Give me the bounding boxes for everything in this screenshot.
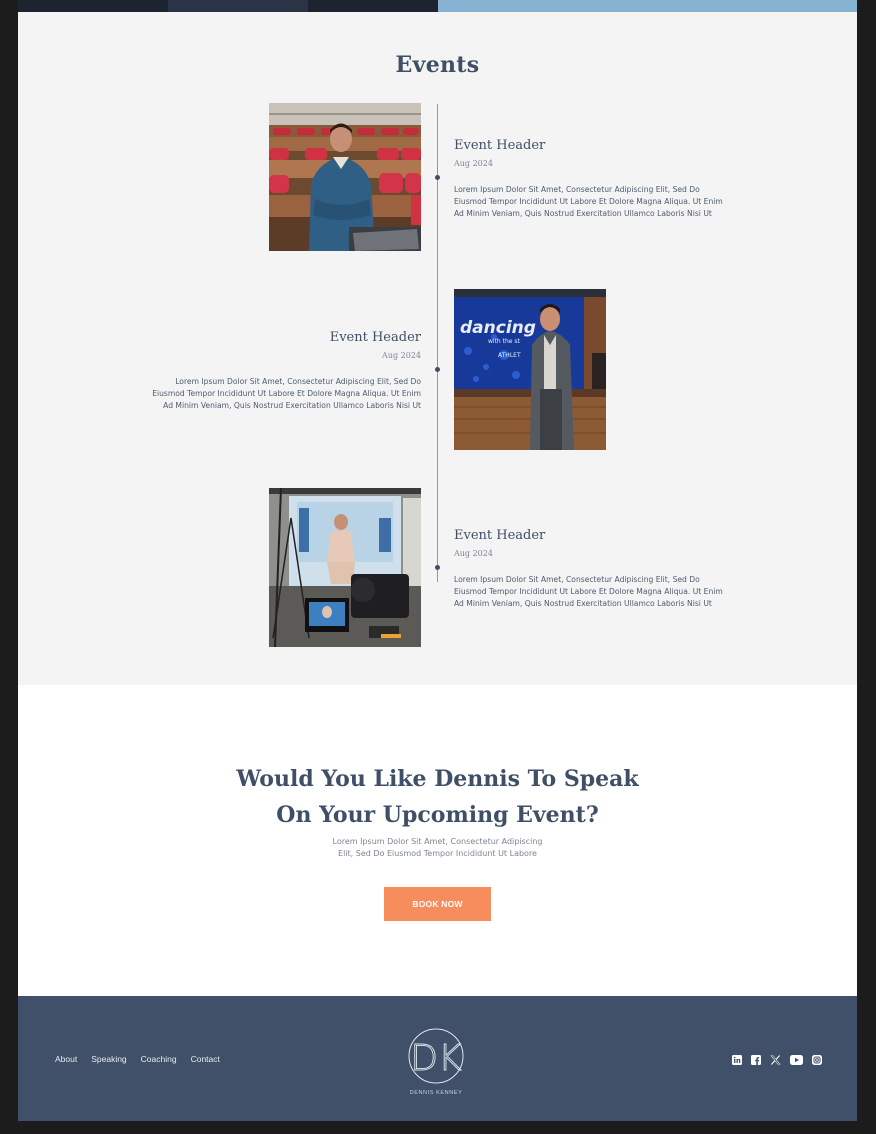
footer-logo[interactable]: DK DENNIS KENNEY [406, 1028, 466, 1096]
event-header: Event Header [329, 330, 421, 345]
svg-text:dancing: dancing [460, 318, 536, 338]
hero-bottom-strip [18, 0, 857, 12]
book-now-button[interactable]: BOOK NOW [384, 887, 491, 921]
svg-text:DK: DK [410, 1038, 462, 1079]
event-item: Event Header Aug 2024 Lorem Ipsum Dolor … [454, 528, 754, 609]
cta-subtitle: Lorem Ipsum Dolor Sit Amet, Consectetur … [332, 837, 543, 858]
logo-name: DENNIS KENNEY [409, 1090, 463, 1096]
event-photo-lecture-hall [269, 103, 421, 251]
event-date: Aug 2024 [454, 549, 493, 558]
svg-text:with the st: with the st [488, 338, 521, 345]
event-header: Event Header [454, 528, 546, 543]
hero-image-edge [18, 0, 438, 12]
event-item: Event Header Aug 2024 Lorem Ipsum Dolor … [454, 138, 754, 219]
event-description: Lorem Ipsum Dolor Sit Amet, Consectetur … [454, 575, 723, 608]
event-photo-film-set [269, 488, 421, 647]
social-links [732, 1052, 822, 1070]
event-item: Event Header Aug 2024 Lorem Ipsum Dolor … [121, 330, 421, 411]
footer-link-coaching[interactable]: Coaching [141, 1054, 177, 1064]
footer-link-contact[interactable]: Contact [191, 1054, 220, 1064]
youtube-icon[interactable] [790, 1052, 803, 1070]
event-date: Aug 2024 [454, 159, 493, 168]
linkedin-icon[interactable] [732, 1052, 742, 1070]
event-description: Lorem Ipsum Dolor Sit Amet, Consectetur … [454, 185, 723, 218]
timeline-dot [435, 565, 440, 570]
svg-text:ATHLET: ATHLET [498, 352, 521, 359]
event-date: Aug 2024 [382, 351, 421, 360]
events-section: Events Event Header Aug 2024 Lorem Ipsum… [18, 12, 857, 685]
facebook-icon[interactable] [751, 1052, 761, 1070]
hero-panel-edge [438, 0, 857, 12]
footer: About Speaking Coaching Contact DK DENNI… [18, 996, 857, 1121]
instagram-icon[interactable] [812, 1052, 822, 1070]
page: Events Event Header Aug 2024 Lorem Ipsum… [18, 0, 857, 1121]
footer-link-speaking[interactable]: Speaking [91, 1054, 126, 1064]
event-header: Event Header [454, 138, 546, 153]
speaking-cta-section: Would You Like Dennis To Speak On Your U… [18, 685, 857, 996]
event-photo-tv-studio: dancing with the st ATHLET [454, 289, 606, 450]
x-icon[interactable] [770, 1052, 781, 1070]
footer-link-about[interactable]: About [55, 1054, 77, 1064]
timeline-dot [435, 175, 440, 180]
timeline-dot [435, 367, 440, 372]
footer-nav: About Speaking Coaching Contact [55, 1054, 220, 1064]
cta-title: Would You Like Dennis To Speak On Your U… [236, 766, 639, 828]
events-title: Events [395, 52, 480, 78]
dk-monogram-icon: DK [408, 1028, 464, 1084]
event-description: Lorem Ipsum Dolor Sit Amet, Consectetur … [152, 377, 421, 410]
